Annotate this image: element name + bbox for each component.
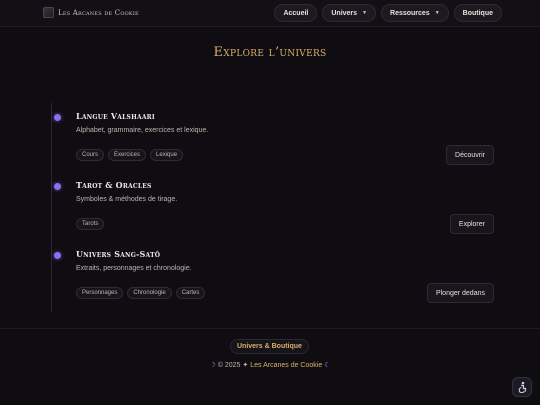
tag-list: Cours Exercices Lexique bbox=[76, 149, 184, 161]
nav-label: Accueil bbox=[283, 9, 309, 17]
nav-label: Boutique bbox=[462, 9, 493, 17]
tag[interactable]: Chronologie bbox=[127, 287, 172, 299]
tag[interactable]: Exercices bbox=[108, 149, 147, 161]
caret-down-icon: ▼ bbox=[434, 10, 440, 16]
nav-label: Univers bbox=[331, 9, 358, 17]
timeline-line bbox=[51, 103, 52, 312]
plonger-dedans-button[interactable]: Plonger dedans bbox=[426, 283, 494, 303]
tag[interactable]: Lexique bbox=[150, 149, 184, 161]
nav-ressources-dropdown[interactable]: Ressources ▼ bbox=[381, 4, 449, 22]
brand[interactable]: Les Arcanes de Cookie bbox=[43, 7, 139, 18]
explorer-button[interactable]: Explorer bbox=[449, 214, 494, 234]
brand-name: Les Arcanes de Cookie bbox=[58, 8, 139, 17]
tag[interactable]: Cours bbox=[76, 149, 105, 161]
copyright: ☽ © 2025 ✦ Les Arcanes de Cookie ☾ bbox=[0, 361, 540, 369]
timeline-dot bbox=[54, 252, 61, 259]
accessibility-button[interactable] bbox=[512, 377, 532, 397]
star-icon: ✦ bbox=[242, 362, 249, 369]
footer-divider bbox=[0, 328, 540, 329]
crescent-moon-icon: ☾ bbox=[324, 362, 331, 369]
decouvrir-button[interactable]: Découvrir bbox=[446, 145, 494, 165]
page-title: Explore l’univers bbox=[213, 45, 327, 60]
item-description: Alphabet, grammaire, exercices et lexiqu… bbox=[76, 127, 209, 134]
nav-boutique[interactable]: Boutique bbox=[453, 4, 502, 22]
timeline-dot bbox=[54, 183, 61, 190]
logo-icon bbox=[43, 7, 54, 18]
tag[interactable]: Personnages bbox=[76, 287, 124, 299]
crescent-moon-icon: ☽ bbox=[209, 362, 216, 369]
item-title: Univers Sang-Satô bbox=[76, 249, 161, 259]
tag-list: Tarots bbox=[76, 218, 105, 230]
item-title: Langue Valshaari bbox=[76, 111, 155, 121]
item-description: Symboles & méthodes de tirage. bbox=[76, 196, 178, 203]
footer-brand: Les Arcanes de Cookie bbox=[250, 362, 323, 369]
footer-univers-boutique-link[interactable]: Univers & Boutique bbox=[230, 339, 309, 354]
caret-down-icon: ▼ bbox=[362, 10, 368, 16]
nav-accueil[interactable]: Accueil bbox=[274, 4, 318, 22]
site-header: Les Arcanes de Cookie Accueil Univers ▼ … bbox=[0, 0, 540, 27]
accessibility-icon bbox=[518, 381, 527, 393]
timeline-dot bbox=[54, 114, 61, 121]
item-description: Extraits, personnages et chronologie. bbox=[76, 265, 192, 272]
tag[interactable]: Cartes bbox=[175, 287, 206, 299]
nav-label: Ressources bbox=[390, 9, 430, 17]
tag[interactable]: Tarots bbox=[76, 218, 105, 230]
item-title: Tarot & Oracles bbox=[76, 180, 152, 190]
nav-univers-dropdown[interactable]: Univers ▼ bbox=[322, 4, 377, 22]
copyright-year: © 2025 bbox=[217, 362, 241, 369]
main-nav: Accueil Univers ▼ Ressources ▼ Boutique bbox=[274, 4, 502, 22]
tag-list: Personnages Chronologie Cartes bbox=[76, 287, 206, 299]
